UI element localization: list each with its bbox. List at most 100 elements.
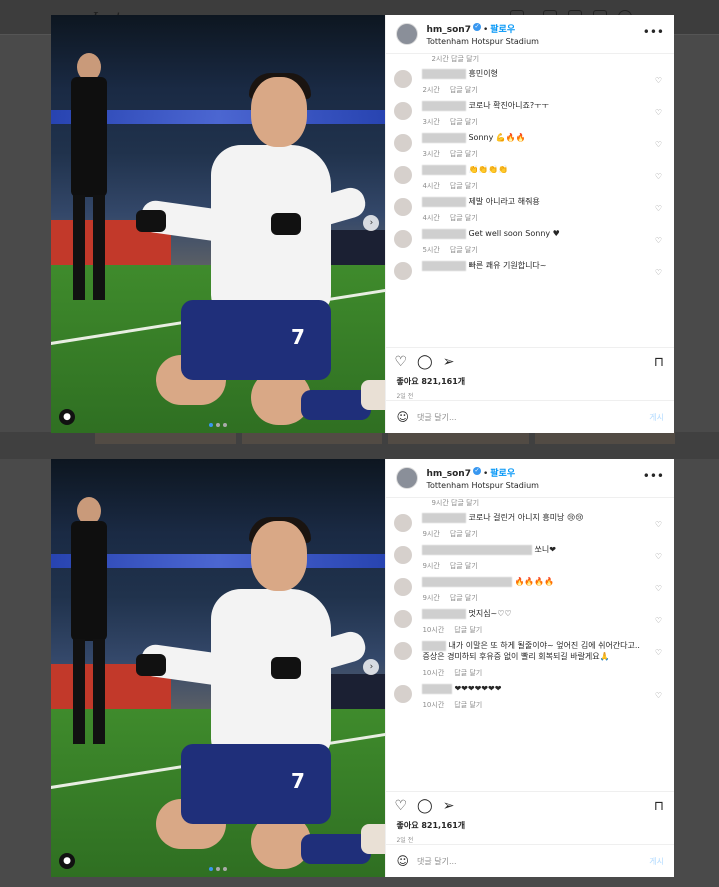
comment-time: 3시간 (422, 150, 440, 158)
commenter-avatar[interactable] (394, 514, 413, 532)
commenter-avatar[interactable] (394, 578, 413, 596)
follow-button[interactable]: 팔로우 (490, 469, 515, 479)
location-link[interactable]: Tottenham Hotspur Stadium (426, 36, 538, 48)
jersey-number: 7 (291, 325, 305, 349)
blurred-username (422, 164, 467, 175)
reply-button[interactable]: 답글 달기 (450, 530, 478, 538)
commenter-avatar[interactable] (394, 166, 413, 184)
commenter-avatar[interactable] (394, 546, 413, 564)
share-send-icon[interactable]: ➢ (443, 355, 455, 369)
commenter-avatar[interactable] (394, 610, 413, 628)
blurred-username (422, 68, 467, 79)
blurred-username (422, 196, 467, 207)
commenter-avatar[interactable] (394, 685, 413, 703)
comment-time: 9시간 (422, 594, 440, 602)
blurred-username (422, 608, 467, 619)
commenter-avatar[interactable] (394, 134, 413, 152)
emoji-icon[interactable]: ☺ (396, 854, 409, 868)
post-sidebar: hm_son7 ✓ • 팔로우 Tottenham Hotspur Stadium •… (385, 15, 674, 433)
dot-separator: • (482, 24, 489, 35)
blurred-username (422, 260, 467, 271)
comment-item: 멋지심~♡♡ 10시간 답글 달기 ♡ (394, 608, 664, 635)
blurred-username (422, 640, 447, 651)
comment-bubble-icon[interactable]: ◯ (417, 799, 433, 813)
username[interactable]: hm_son7 (426, 25, 471, 35)
bookmark-icon[interactable]: ⊓ (654, 355, 664, 370)
like-comment-icon[interactable]: ♡ (655, 648, 662, 657)
like-comment-icon[interactable]: ♡ (655, 140, 662, 149)
like-comment-icon[interactable]: ♡ (655, 691, 662, 700)
dot-separator: • (482, 468, 489, 479)
comment-time: 9시간 (422, 562, 440, 570)
comment-input[interactable]: 댓글 달기... (417, 856, 649, 867)
post-modal-1: 7 › ● hm_son7 ✓ • 팔로우 Tottenham Hotspur Sta… (51, 15, 674, 433)
user-tag-icon[interactable]: ● (59, 409, 75, 425)
like-comment-icon[interactable]: ♡ (655, 172, 662, 181)
likes-count[interactable]: 좋아요 821,161개 (386, 376, 674, 387)
commenter-avatar[interactable] (394, 230, 413, 248)
commenter-avatar[interactable] (394, 102, 413, 120)
like-comment-icon[interactable]: ♡ (655, 76, 662, 85)
avatar[interactable] (396, 23, 419, 45)
comment-text: 흥민이형 (468, 69, 498, 78)
reply-button[interactable]: 답글 달기 (450, 214, 478, 222)
comment-input[interactable]: 댓글 달기... (417, 412, 649, 423)
likes-count[interactable]: 좋아요 821,161개 (386, 820, 674, 831)
comment-time: 10시간 (422, 669, 445, 677)
like-comment-icon[interactable]: ♡ (655, 108, 662, 117)
commenter-avatar[interactable] (394, 262, 413, 280)
username[interactable]: hm_son7 (426, 469, 471, 479)
reply-button[interactable]: 답글 달기 (450, 150, 478, 158)
comment-meta: 2시간 답글 달기 (431, 55, 480, 63)
location-link[interactable]: Tottenham Hotspur Stadium (426, 480, 538, 492)
comments-list[interactable]: 9시간 답글 달기 코로나 걸린거 아니지 흥미낭 😢😢 9시간 답글 달기 ♡ 쏘니… (386, 498, 674, 791)
reply-button[interactable]: 답글 달기 (450, 118, 478, 126)
post-comment-button[interactable]: 게시 (649, 412, 664, 423)
like-comment-icon[interactable]: ♡ (655, 268, 662, 277)
post-age: 2일 전 (396, 837, 414, 844)
blurred-username (422, 544, 533, 555)
bookmark-icon[interactable]: ⊓ (654, 799, 664, 814)
reply-button[interactable]: 답글 달기 (450, 562, 478, 570)
reply-button[interactable]: 답글 달기 (450, 86, 478, 94)
like-comment-icon[interactable]: ♡ (655, 520, 662, 529)
share-send-icon[interactable]: ➢ (443, 799, 455, 813)
follow-button[interactable]: 팔로우 (490, 25, 515, 35)
commenter-avatar[interactable] (394, 198, 413, 216)
comment-text: 코로나 걸린거 아니지 흥미낭 😢😢 (468, 513, 584, 522)
like-comment-icon[interactable]: ♡ (655, 204, 662, 213)
comment-item: 👏👏👏👏 4시간 답글 달기 ♡ (394, 164, 664, 191)
emoji-icon[interactable]: ☺ (396, 410, 409, 424)
comment-item: Get well soon Sonny ♥ 5시간 답글 달기 ♡ (394, 228, 664, 255)
comment-bubble-icon[interactable]: ◯ (417, 355, 433, 369)
reply-button[interactable]: 답글 달기 (454, 626, 482, 634)
comment-text: 내가 이말은 또 하게 될줄이야~ 엎어진 김에 쉬어간다고.. 증상은 경미하… (422, 641, 640, 661)
post-actions: ♡ ◯ ➢ ⊓ (386, 347, 674, 376)
comment-item: 코로나 걸린거 아니지 흥미낭 😢😢 9시간 답글 달기 ♡ (394, 512, 664, 539)
like-comment-icon[interactable]: ♡ (655, 236, 662, 245)
comment-item: 내가 이말은 또 하게 될줄이야~ 엎어진 김에 쉬어간다고.. 증상은 경미하… (394, 640, 664, 678)
reply-button[interactable]: 답글 달기 (450, 246, 478, 254)
blurred-username (422, 576, 513, 587)
post-modal-2: 7 › ● hm_son7 ✓ • 팔로우 Tottenham Hotspur Sta… (51, 459, 674, 877)
post-header: hm_son7 ✓ • 팔로우 Tottenham Hotspur Stadium •… (386, 15, 674, 54)
reply-button[interactable]: 답글 달기 (454, 701, 482, 709)
avatar[interactable] (396, 467, 419, 489)
post-comment-button[interactable]: 게시 (649, 856, 664, 867)
reply-button[interactable]: 답글 달기 (454, 669, 482, 677)
comment-time: 4시간 (422, 182, 440, 190)
like-heart-icon[interactable]: ♡ (394, 799, 407, 813)
comments-list[interactable]: 2시간 답글 달기 흥민이형 2시간 답글 달기 ♡ 코로나 확진아니죠?ㅜㅜ 3시간 답… (386, 54, 674, 347)
like-heart-icon[interactable]: ♡ (394, 355, 407, 369)
commenter-avatar[interactable] (394, 642, 413, 660)
reply-button[interactable]: 답글 달기 (450, 182, 478, 190)
commenter-avatar[interactable] (394, 70, 413, 88)
user-tag-icon[interactable]: ● (59, 853, 75, 869)
more-options-icon[interactable]: ••• (643, 469, 664, 483)
more-options-icon[interactable]: ••• (643, 25, 664, 39)
verified-icon: ✓ (472, 467, 481, 475)
like-comment-icon[interactable]: ♡ (655, 584, 662, 593)
reply-button[interactable]: 답글 달기 (450, 594, 478, 602)
like-comment-icon[interactable]: ♡ (655, 616, 662, 625)
like-comment-icon[interactable]: ♡ (655, 552, 662, 561)
